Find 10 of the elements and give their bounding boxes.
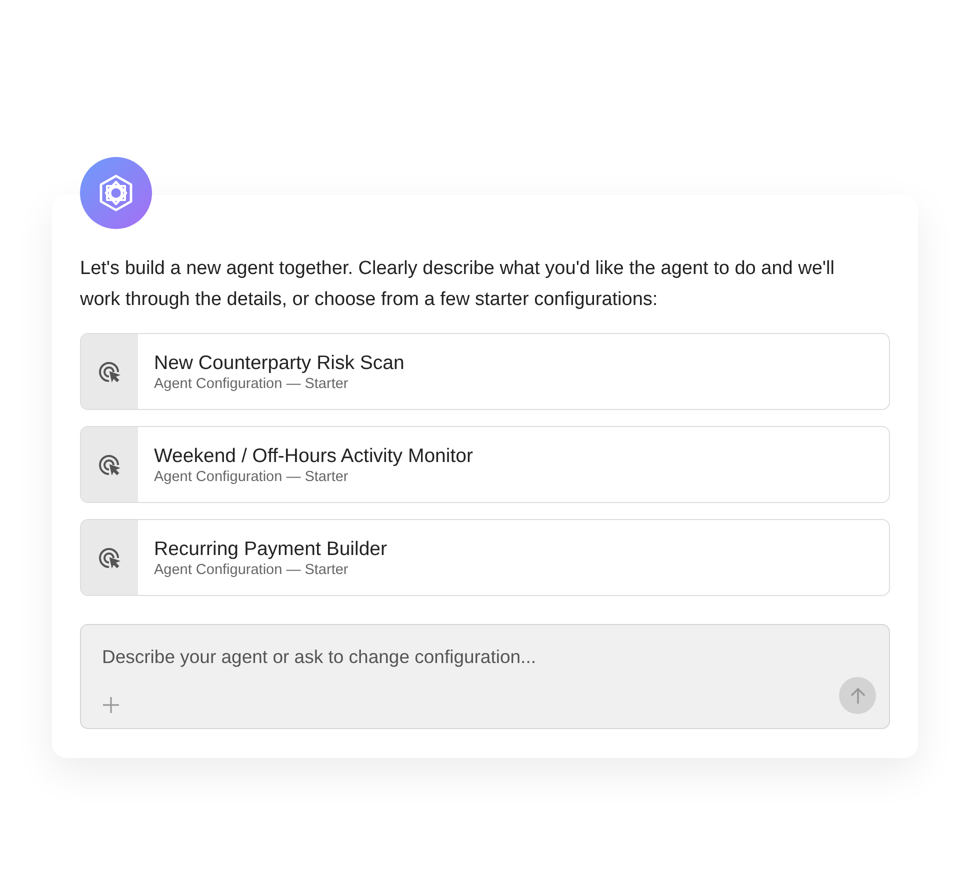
starter-option[interactable]: Weekend / Off-Hours Activity Monitor Agent Configuration — Starter bbox=[80, 426, 890, 503]
message-field[interactable]: Describe your agent or ask to change configuration... bbox=[102, 643, 876, 671]
starter-option[interactable]: Recurring Payment Builder Agent Configuration — Starter bbox=[80, 519, 890, 596]
intro-text: Let's build a new agent together. Clearly describe what you'd like the agent to do and we'll work through the details, or choose from a few starter configurations: bbox=[80, 257, 836, 312]
target-cursor-icon bbox=[98, 360, 122, 384]
add-icon[interactable] bbox=[102, 696, 120, 714]
target-cursor-icon bbox=[98, 546, 122, 570]
composer-panel[interactable]: Describe your agent or ask to change configuration... bbox=[80, 624, 890, 729]
target-cursor-icon bbox=[98, 452, 122, 476]
starter-option[interactable]: New Counterparty Risk Scan Agent Configuration — Starter bbox=[80, 333, 890, 410]
